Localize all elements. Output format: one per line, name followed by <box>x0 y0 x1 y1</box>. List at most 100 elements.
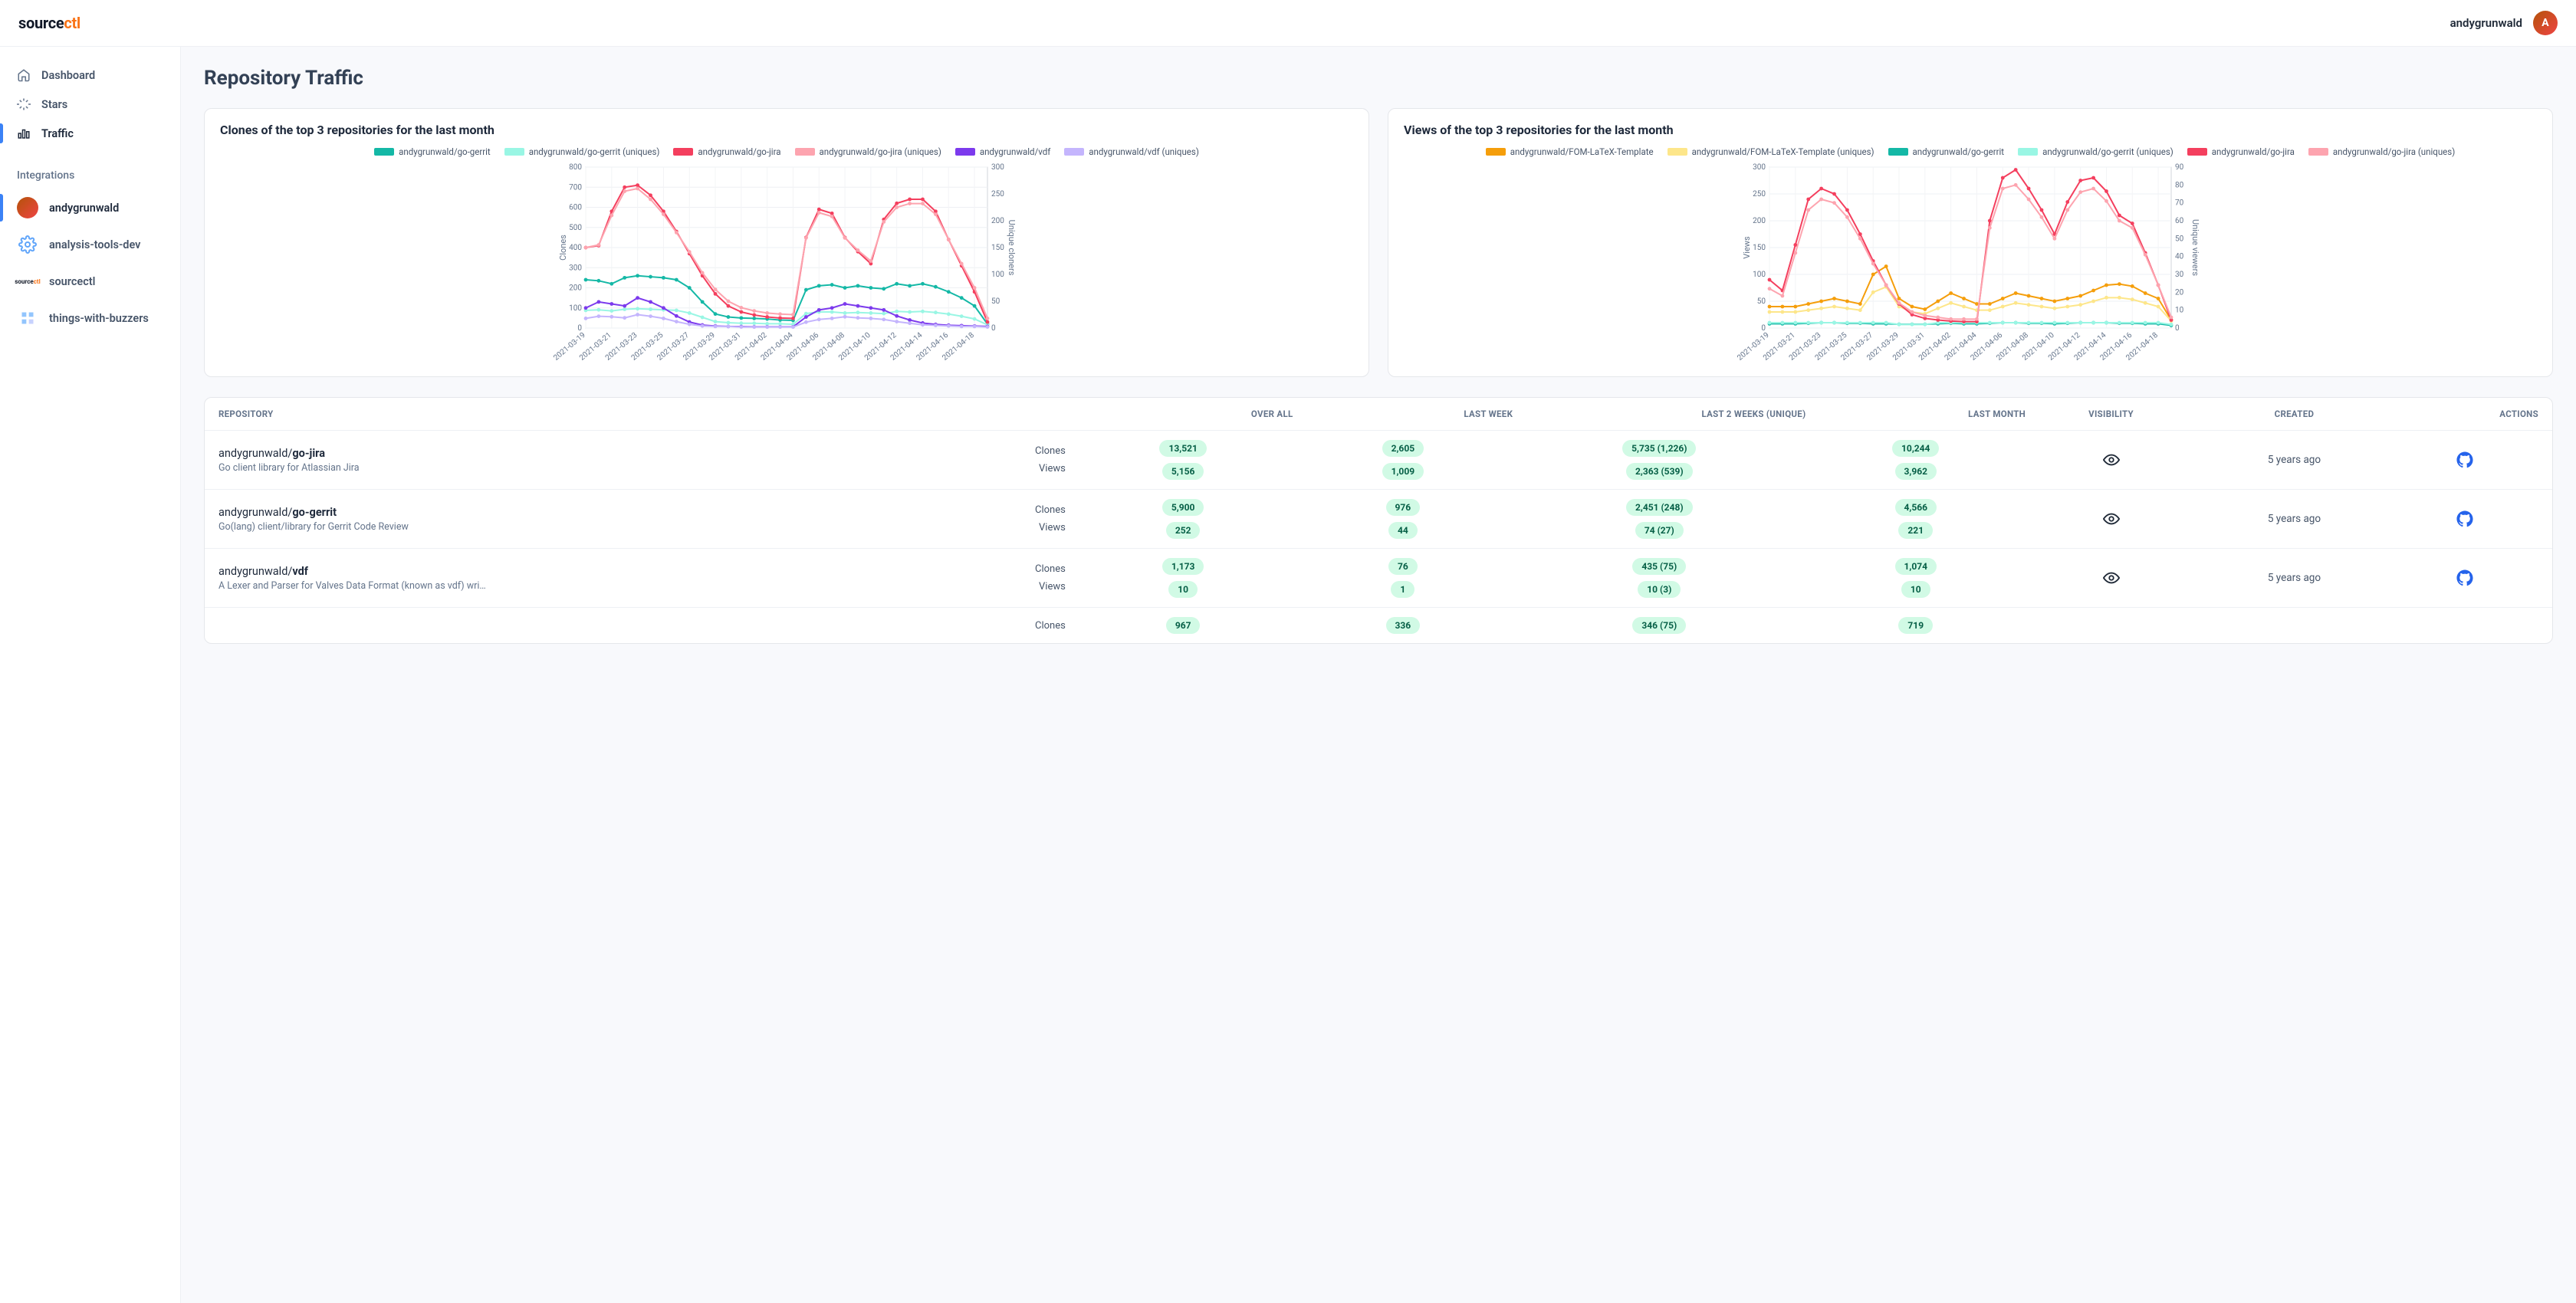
sidebar-item-dashboard[interactable]: Dashboard <box>0 61 180 90</box>
eye-icon[interactable] <box>2103 569 2120 586</box>
bars-icon <box>17 126 31 140</box>
svg-text:600: 600 <box>569 204 582 212</box>
legend-item[interactable]: andygrunwald/go-jira (uniques) <box>795 146 941 157</box>
legend-item[interactable]: andygrunwald/go-jira <box>673 146 780 157</box>
legend-label: andygrunwald/go-jira <box>698 146 780 157</box>
repo-cell[interactable]: andygrunwald/go-jiraGo client library fo… <box>219 447 853 474</box>
created-label: 5 years ago <box>2196 454 2392 466</box>
svg-text:Clones: Clones <box>558 235 568 261</box>
legend-item[interactable]: andygrunwald/go-gerrit <box>1888 146 2005 157</box>
legend-item[interactable]: andygrunwald/FOM-LaTeX-Template (uniques… <box>1668 146 1875 157</box>
clones-2weeks-badge: 435 (75) <box>1632 558 1686 575</box>
views-week-badge: 1 <box>1391 581 1414 598</box>
eye-icon[interactable] <box>2103 451 2120 468</box>
th-last-week[interactable]: LAST WEEK <box>1293 409 1513 419</box>
legend-swatch <box>1888 148 1908 156</box>
integration-label: andygrunwald <box>49 202 119 215</box>
integration-item-analysis-tools-dev[interactable]: analysis-tools-dev <box>0 226 180 263</box>
views-label: Views <box>1039 463 1066 474</box>
github-icon[interactable] <box>2456 510 2473 527</box>
views-chart-card: Views of the top 3 repositories for the … <box>1388 108 2553 377</box>
legend-swatch <box>1668 148 1687 156</box>
repo-owner: andygrunwald/ <box>219 565 292 578</box>
th-last-month[interactable]: LAST MONTH <box>1806 409 2026 419</box>
legend-swatch <box>795 148 815 156</box>
clones-month-badge: 4,566 <box>1895 499 1937 516</box>
repo-name: go-gerrit <box>292 506 337 519</box>
sidebar-item-label: Stars <box>41 98 67 111</box>
clones-label: Clones <box>1035 504 1066 516</box>
svg-text:Unique viewers: Unique viewers <box>2190 219 2200 276</box>
clones-week-badge: 76 <box>1388 558 1418 575</box>
legend-swatch <box>673 148 693 156</box>
logo-part2: ctl <box>64 14 80 32</box>
table-row: andygrunwald/go-jiraGo client library fo… <box>205 430 2552 489</box>
svg-text:30: 30 <box>2175 271 2184 279</box>
legend-label: andygrunwald/go-gerrit (uniques) <box>529 146 660 157</box>
sidebar-item-traffic[interactable]: Traffic <box>0 119 180 148</box>
repository-traffic-table: REPOSITORY OVER ALL LAST WEEK LAST 2 WEE… <box>204 397 2553 644</box>
integrations-section-label: Integrations <box>0 169 180 189</box>
repo-description: A Lexer and Parser for Valves Data Forma… <box>219 580 853 592</box>
created-label: 5 years ago <box>2196 572 2392 584</box>
th-overall[interactable]: OVER ALL <box>1073 409 1293 419</box>
svg-text:50: 50 <box>991 297 1001 306</box>
th-created[interactable]: CREATED <box>2196 409 2392 419</box>
integration-item-things-with-buzzers[interactable]: things-with-buzzers <box>0 300 180 336</box>
legend-item[interactable]: andygrunwald/go-gerrit (uniques) <box>504 146 660 157</box>
th-visibility: VISIBILITY <box>2026 409 2196 419</box>
legend-item[interactable]: andygrunwald/vdf (uniques) <box>1064 146 1199 157</box>
clones-2weeks-badge: 5,735 (1,226) <box>1622 440 1696 457</box>
logo[interactable]: sourcectl <box>18 14 80 32</box>
views-legend: andygrunwald/FOM-LaTeX-Template andygrunw… <box>1404 146 2537 157</box>
svg-text:200: 200 <box>991 217 1004 225</box>
buzzer-icon <box>17 307 38 329</box>
legend-item[interactable]: andygrunwald/go-gerrit <box>374 146 491 157</box>
views-week-badge: 1,009 <box>1382 463 1424 480</box>
legend-item[interactable]: andygrunwald/go-jira (uniques) <box>2308 146 2455 157</box>
repo-cell[interactable]: andygrunwald/vdf A Lexer and Parser for V… <box>219 565 853 592</box>
svg-text:100: 100 <box>569 304 582 313</box>
repo-name: vdf <box>292 565 308 578</box>
integration-label: things-with-buzzers <box>49 312 149 325</box>
table-row: Clones967336346 (75)719 <box>205 607 2552 643</box>
views-month-badge: 3,962 <box>1895 463 1937 480</box>
svg-text:50: 50 <box>2175 235 2184 243</box>
clones-chart-title: Clones of the top 3 repositories for the… <box>220 123 1353 137</box>
repo-name: go-jira <box>292 447 325 460</box>
svg-text:300: 300 <box>1753 163 1766 172</box>
github-icon[interactable] <box>2456 451 2473 468</box>
legend-swatch <box>504 148 524 156</box>
integration-item-sourcectl[interactable]: sourcectlsourcectl <box>0 263 180 300</box>
repo-cell[interactable]: andygrunwald/go-gerritGo(lang) client/li… <box>219 506 853 533</box>
svg-text:Views: Views <box>1742 236 1752 259</box>
metric-labels: ClonesViews <box>853 504 1073 533</box>
github-icon[interactable] <box>2456 569 2473 586</box>
th-actions: ACTIONS <box>2392 409 2538 419</box>
views-overall-badge: 252 <box>1166 522 1201 539</box>
legend-label: andygrunwald/go-gerrit <box>1913 146 2005 157</box>
views-chart: 0501001502002503000102030405060708090202… <box>1404 163 2537 363</box>
svg-text:150: 150 <box>1753 244 1766 252</box>
svg-text:Unique cloners: Unique cloners <box>1007 220 1017 276</box>
svg-text:700: 700 <box>569 183 582 192</box>
sidebar-item-stars[interactable]: Stars <box>0 90 180 119</box>
th-last-2-weeks[interactable]: LAST 2 WEEKS (UNIQUE) <box>1513 409 1806 419</box>
metric-labels: ClonesViews <box>853 445 1073 474</box>
legend-label: andygrunwald/go-jira (uniques) <box>820 146 941 157</box>
avatar[interactable]: A <box>2533 11 2558 35</box>
repo-cell[interactable] <box>219 625 853 627</box>
svg-text:0: 0 <box>2175 324 2180 333</box>
clones-2weeks-badge: 346 (75) <box>1632 617 1686 634</box>
svg-text:90: 90 <box>2175 163 2184 172</box>
legend-item[interactable]: andygrunwald/FOM-LaTeX-Template <box>1486 146 1654 157</box>
repo-description: Go(lang) client/library for Gerrit Code … <box>219 521 853 533</box>
user-menu[interactable]: andygrunwald A <box>2450 11 2558 35</box>
eye-icon[interactable] <box>2103 510 2120 527</box>
legend-item[interactable]: andygrunwald/vdf <box>955 146 1050 157</box>
svg-text:800: 800 <box>569 163 582 172</box>
legend-swatch <box>1064 148 1084 156</box>
legend-item[interactable]: andygrunwald/go-gerrit (uniques) <box>2018 146 2174 157</box>
integration-item-andygrunwald[interactable]: andygrunwald <box>0 189 180 226</box>
legend-item[interactable]: andygrunwald/go-jira <box>2187 146 2295 157</box>
